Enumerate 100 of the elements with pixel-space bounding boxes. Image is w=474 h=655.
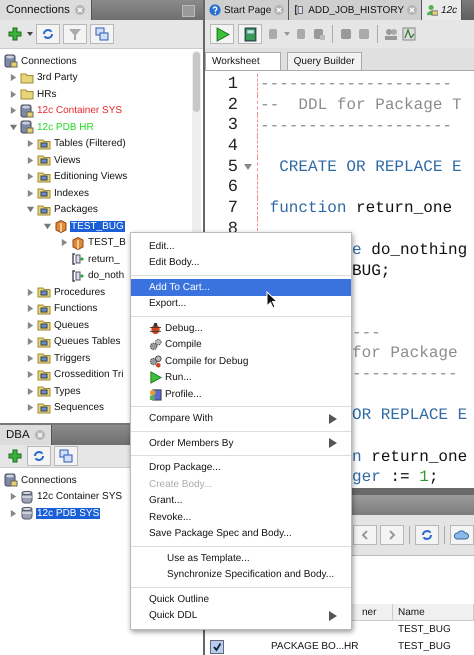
expand-arrow-icon[interactable] (26, 188, 35, 198)
expand-arrow-icon[interactable] (26, 172, 35, 182)
column-header[interactable]: Name (393, 604, 474, 621)
collapse-arrow-icon[interactable] (9, 122, 18, 132)
code-line: -- DDL for Package T (260, 96, 462, 114)
run-script-button[interactable] (238, 24, 262, 44)
caret-icon[interactable] (27, 32, 33, 36)
expand-arrow-icon[interactable] (26, 370, 35, 380)
cloud-button[interactable] (450, 525, 474, 545)
menu-item[interactable]: Edit... (131, 238, 351, 254)
expand-arrow-icon[interactable] (26, 354, 35, 363)
expand-arrow-icon[interactable] (26, 139, 35, 148)
refresh-button[interactable] (415, 525, 439, 545)
tree-item[interactable]: Queues (53, 320, 90, 331)
filter-icon (68, 27, 82, 41)
close-icon[interactable] (74, 5, 85, 15)
menu-item[interactable]: Revoke... (131, 509, 351, 526)
expand-arrow-icon[interactable] (26, 320, 35, 330)
tree-item[interactable]: TEST_BUG (70, 220, 125, 232)
tree-item[interactable]: Functions (53, 303, 98, 314)
tree-item[interactable]: Triggers (53, 352, 92, 364)
tree-item[interactable]: do_noth (87, 270, 126, 282)
users-icon[interactable] (384, 27, 398, 41)
editor-tab[interactable]: 12c (422, 0, 462, 20)
expand-arrow-icon[interactable] (60, 238, 69, 248)
expand-arrow-icon[interactable] (9, 492, 18, 502)
forward-button[interactable] (380, 525, 404, 545)
expand-arrow-icon[interactable] (26, 304, 35, 314)
checkbox[interactable] (210, 640, 224, 654)
worksheet-tab[interactable]: Worksheet (205, 52, 281, 70)
cloud-icon (454, 529, 470, 541)
back-button[interactable] (353, 525, 377, 545)
menu-item[interactable]: Export... (131, 296, 351, 312)
tree-item[interactable]: Views (53, 154, 82, 166)
add-button[interactable] (6, 447, 24, 465)
tree-item[interactable]: 12c Container SYS (36, 491, 124, 502)
menu-item[interactable]: Add To Cart... (131, 279, 351, 296)
tree-item[interactable]: Queues Tables (53, 336, 122, 348)
worksheet-tab[interactable]: Query Builder (286, 52, 362, 70)
menu-item[interactable]: Compare With (131, 410, 351, 427)
tree-item[interactable]: TEST_B (87, 237, 127, 248)
expand-arrow-icon[interactable] (26, 337, 35, 346)
tree-item[interactable]: Indexes (53, 188, 90, 199)
expand-arrow-icon[interactable] (26, 403, 35, 412)
close-icon[interactable] (34, 430, 45, 440)
windows-button[interactable] (54, 446, 78, 466)
member-icon (71, 252, 85, 266)
menu-item[interactable]: Synchronize Specification and Body... (131, 566, 351, 583)
tree-item[interactable]: Connections (20, 474, 78, 486)
tree-item[interactable]: Editioning Views (53, 171, 128, 182)
expand-arrow-icon[interactable] (26, 288, 35, 297)
fold-icon[interactable] (244, 164, 252, 170)
collapse-arrow-icon[interactable] (43, 222, 52, 231)
refresh-icon (32, 449, 46, 463)
tree-item[interactable]: Sequences (53, 402, 106, 414)
expand-arrow-icon[interactable] (9, 90, 18, 99)
run-icon (149, 371, 162, 384)
menu-item[interactable]: Debug... (131, 320, 351, 336)
close-icon[interactable] (274, 5, 284, 15)
refresh-button[interactable] (27, 446, 51, 466)
tree-item[interactable]: return_ (87, 254, 121, 265)
menu-item[interactable]: Order Members By (131, 435, 351, 452)
windows-button[interactable] (90, 24, 114, 44)
tree-item[interactable]: Connections (20, 56, 78, 67)
menu-item[interactable]: Save Package Spec and Body... (131, 526, 351, 542)
expand-arrow-icon[interactable] (9, 73, 18, 82)
panel-tab[interactable]: Connections (0, 0, 92, 20)
folder-icon (37, 334, 51, 349)
menu-item[interactable]: Drop Package... (131, 460, 351, 476)
editor-tab[interactable]: ADD_JOB_HISTORY (289, 0, 422, 20)
panel-tab[interactable]: DBA (0, 425, 52, 445)
editor-tab[interactable]: Start Page (205, 0, 290, 20)
menu-item[interactable]: Use as Template... (131, 550, 351, 566)
run-button[interactable] (210, 24, 234, 44)
profile-icon (149, 388, 162, 401)
tree-item[interactable]: Types (53, 386, 82, 397)
tree-item[interactable]: Packages (53, 204, 99, 216)
expand-arrow-icon[interactable] (26, 156, 35, 165)
tree-item[interactable]: 3rd Party (36, 72, 79, 84)
menu-item[interactable]: Profile... (131, 386, 351, 402)
menu-item[interactable]: Grant... (131, 492, 351, 509)
tree-item[interactable]: Crossedition Tri (53, 369, 124, 380)
close-icon[interactable] (407, 5, 418, 15)
plus-icon (8, 449, 22, 463)
menu-item[interactable]: Compile (131, 336, 351, 353)
menu-item[interactable]: Run... (131, 370, 351, 386)
add-button[interactable] (6, 25, 24, 43)
expand-arrow-icon[interactable] (9, 106, 18, 116)
code-line: n return_one (352, 448, 468, 466)
tree-item[interactable]: 12c PDB SYS (36, 508, 100, 519)
tree-item[interactable]: HRs (36, 88, 58, 100)
menu-item[interactable]: Compile for Debug (131, 353, 351, 370)
tree-item[interactable]: Procedures (53, 286, 106, 298)
tree-item[interactable]: 12c Container SYS (36, 105, 124, 116)
expand-arrow-icon[interactable] (9, 508, 18, 518)
menu-item[interactable]: Edit Body... (131, 254, 351, 271)
refresh-button[interactable] (36, 24, 60, 44)
collapse-arrow-icon[interactable] (26, 205, 35, 214)
expand-arrow-icon[interactable] (26, 386, 35, 396)
tree-item[interactable]: Tables (Filtered) (53, 138, 127, 150)
